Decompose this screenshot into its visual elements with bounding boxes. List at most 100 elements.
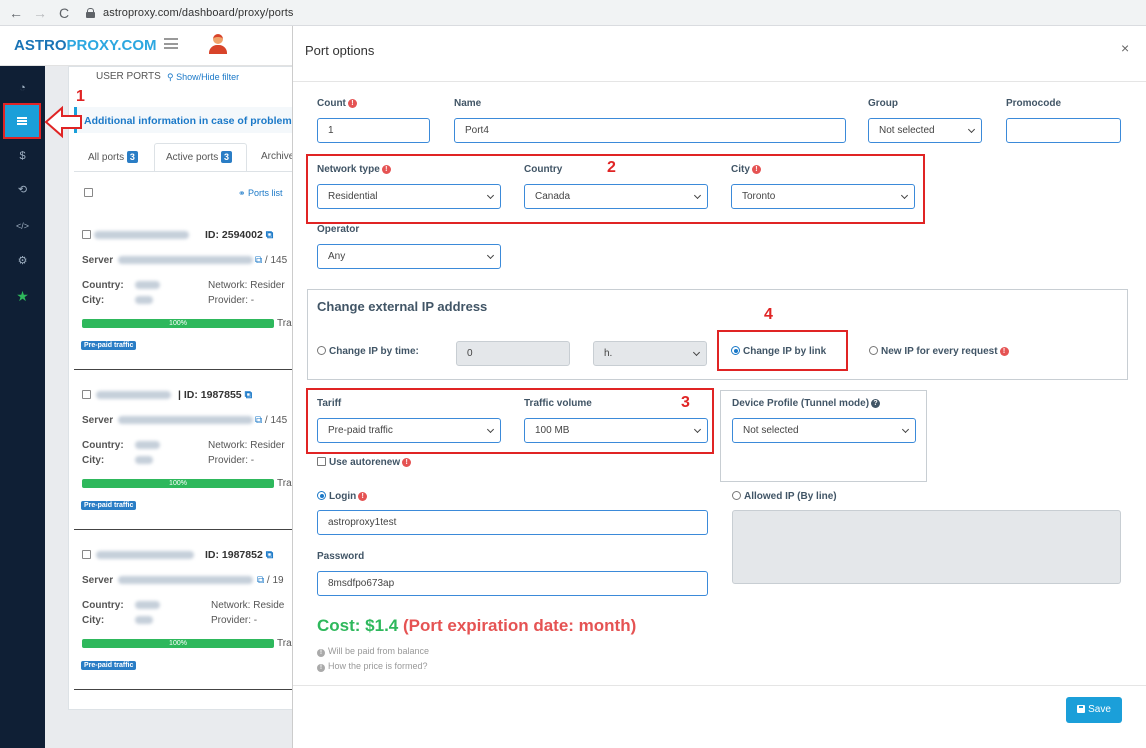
- port-provider: Provider: -: [208, 295, 255, 306]
- new-ip-every-request-radio[interactable]: New IP for every request!: [869, 346, 1009, 357]
- info-icon: !: [317, 649, 325, 657]
- annotation-box-change-ip-link: [717, 330, 848, 371]
- avatar[interactable]: [209, 34, 227, 54]
- country-label: Country:: [82, 280, 124, 291]
- country-label: Country:: [82, 600, 124, 611]
- port-server-label: Server: [82, 575, 114, 586]
- tab-archive[interactable]: Archive: [261, 151, 294, 162]
- required-icon: !: [999, 347, 1009, 356]
- modal-title: Port options: [305, 43, 375, 58]
- save-button[interactable]: Save: [1066, 697, 1122, 723]
- name-label: Name: [454, 98, 482, 109]
- sidebar: ◔ $ ⟲ </> ⚙ ★: [0, 66, 45, 748]
- group-label: Group: [868, 98, 898, 109]
- status-badge: Pre-paid traffic: [81, 661, 137, 670]
- filter-toggle-link[interactable]: ⚲ Show/Hide filter: [167, 72, 239, 83]
- city-label: City:: [82, 295, 105, 306]
- port-server-suffix: ⧉ / 145: [255, 255, 288, 266]
- settings-icon[interactable]: ⚙: [0, 254, 45, 267]
- login-input[interactable]: astroproxy1test: [317, 510, 708, 535]
- port-server-suffix: ⧉ / 19: [257, 575, 284, 586]
- allowed-ip-textarea[interactable]: [732, 510, 1121, 584]
- handshake-icon[interactable]: ⟲: [0, 183, 45, 196]
- port-checkbox[interactable]: [82, 390, 91, 399]
- cost-summary: Cost: $1.4 (Port expiration date: month): [317, 616, 637, 635]
- port-id: ID: 2594002 ⧉: [205, 229, 274, 241]
- chevron-down-icon: [901, 425, 910, 434]
- login-radio[interactable]: Login!: [317, 491, 368, 502]
- menu-toggle-icon[interactable]: [164, 38, 178, 49]
- list-icon: [17, 117, 27, 125]
- change-ip-time-input[interactable]: 0: [456, 341, 570, 366]
- city-label: City:: [82, 615, 105, 626]
- port-provider: Provider: -: [211, 615, 258, 626]
- allowed-ip-radio[interactable]: Allowed IP (By line): [732, 491, 837, 502]
- help-icon: ?: [871, 399, 881, 408]
- address-bar[interactable]: astroproxy.com/dashboard/proxy/ports: [103, 7, 293, 19]
- device-profile-select[interactable]: Not selected: [732, 418, 916, 443]
- password-label: Password: [317, 551, 365, 562]
- tab-all-ports[interactable]: All ports 3: [88, 151, 138, 163]
- port-options-modal: Port options × Count! 1 Name Port4 Group…: [292, 26, 1146, 748]
- required-icon: !: [347, 99, 357, 108]
- city-label: City:: [82, 455, 105, 466]
- ports-list-link[interactable]: ⚭ Ports list: [238, 188, 283, 199]
- group-select[interactable]: Not selected: [868, 118, 982, 143]
- operator-label: Operator: [317, 224, 360, 235]
- close-icon[interactable]: ×: [1121, 40, 1129, 56]
- chevron-down-icon: [967, 125, 976, 134]
- port-checkbox[interactable]: [82, 550, 91, 559]
- lock-icon: [86, 7, 95, 18]
- status-badge: Pre-paid traffic: [81, 501, 137, 510]
- password-input[interactable]: 8msdfpo673ap: [317, 571, 708, 596]
- operator-select[interactable]: Any: [317, 244, 501, 269]
- annotation-arrow-icon: [44, 105, 82, 139]
- status-badge: Pre-paid traffic: [81, 341, 137, 350]
- dashboard-icon[interactable]: ◔: [0, 82, 45, 94]
- port-server-label: Server: [82, 255, 114, 266]
- annotation-number-3: 3: [681, 394, 690, 411]
- paid-from-balance-note: ! Will be paid from balance: [317, 646, 429, 657]
- annotation-number-4: 4: [764, 306, 773, 323]
- code-icon[interactable]: </>: [0, 221, 45, 231]
- promocode-input[interactable]: [1006, 118, 1121, 143]
- select-all-checkbox[interactable]: [84, 188, 93, 197]
- count-input[interactable]: 1: [317, 118, 430, 143]
- port-network: Network: Reside: [211, 600, 285, 611]
- country-label: Country:: [82, 440, 124, 451]
- change-ip-by-time-radio[interactable]: Change IP by time:: [317, 346, 419, 357]
- traffic-progress-bar: 100%: [82, 319, 274, 328]
- port-network: Network: Resider: [208, 280, 285, 291]
- back-icon[interactable]: ←: [8, 5, 24, 21]
- forward-icon[interactable]: →: [32, 5, 48, 21]
- annotation-number-1: 1: [76, 88, 85, 105]
- port-traffic-label: Tra: [277, 478, 292, 489]
- info-link[interactable]: Additional information in case of proble…: [84, 115, 292, 127]
- annotation-number-2: 2: [607, 159, 616, 176]
- tab-active-ports[interactable]: Active ports 3: [166, 151, 233, 163]
- device-profile-label: Device Profile (Tunnel mode)?: [732, 398, 881, 409]
- price-formation-link[interactable]: ! How the price is formed?: [317, 661, 428, 672]
- section-title: USER PORTS: [96, 71, 161, 82]
- annotation-box-tariff: [306, 388, 714, 454]
- required-icon: !: [402, 458, 412, 467]
- change-ip-unit-select[interactable]: h.: [593, 341, 707, 366]
- port-server-suffix: ⧉ / 145: [255, 415, 288, 426]
- change-ip-heading: Change external IP address: [317, 299, 488, 314]
- chevron-down-icon: [692, 348, 701, 357]
- port-server-label: Server: [82, 415, 114, 426]
- top-header: ASTROPROXY.COM: [0, 26, 292, 66]
- dollar-icon[interactable]: $: [0, 150, 45, 162]
- star-icon[interactable]: ★: [0, 288, 45, 305]
- reload-icon[interactable]: C: [56, 5, 72, 21]
- logo[interactable]: ASTROPROXY.COM: [14, 37, 157, 54]
- sidebar-item-ports[interactable]: [3, 103, 41, 139]
- port-checkbox[interactable]: [82, 230, 91, 239]
- port-id: ID: 1987852 ⧉: [205, 549, 274, 561]
- required-icon: !: [358, 492, 368, 501]
- autorenew-checkbox[interactable]: Use autorenew!: [317, 457, 412, 468]
- promocode-label: Promocode: [1006, 98, 1062, 109]
- count-label: Count!: [317, 98, 357, 109]
- name-input[interactable]: Port4: [454, 118, 846, 143]
- save-icon: [1077, 705, 1086, 713]
